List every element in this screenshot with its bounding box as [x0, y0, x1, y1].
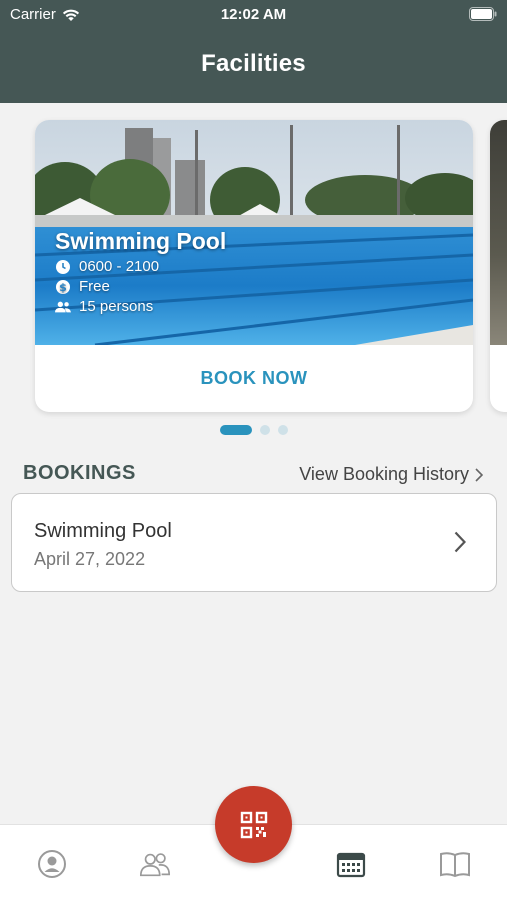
book-icon: [440, 852, 470, 878]
nav-book[interactable]: [438, 847, 472, 881]
pagination-dot[interactable]: [259, 425, 270, 435]
people-icon: [55, 299, 71, 315]
chevron-right-icon: [475, 467, 483, 482]
dollar-icon: $: [55, 279, 71, 295]
facility-card[interactable]: Swimming Pool 0600 - 2100 $ Free 15 pers…: [35, 120, 473, 412]
bookings-header: BOOKINGS View Booking History: [23, 462, 483, 486]
booking-facility-name: Swimming Pool: [34, 520, 172, 542]
nav-calendar[interactable]: [334, 847, 368, 881]
svg-text:$: $: [59, 281, 67, 294]
facility-image: Swimming Pool 0600 - 2100 $ Free 15 pers…: [35, 120, 473, 345]
app-header: Carrier 12:02 AM Facilities: [0, 0, 507, 103]
pagination-dot-active[interactable]: [219, 425, 252, 435]
status-bar: Carrier 12:02 AM: [0, 0, 507, 30]
facilities-carousel[interactable]: Swimming Pool 0600 - 2100 $ Free 15 pers…: [0, 103, 507, 443]
facility-title: Swimming Pool: [55, 228, 227, 254]
battery-icon: [469, 7, 497, 25]
profile-icon: [38, 850, 66, 878]
next-facility-image: [490, 120, 507, 345]
page-title: Facilities: [201, 50, 306, 77]
carousel-pagination: [0, 425, 507, 435]
calendar-icon: [336, 852, 366, 878]
facility-capacity-text: 15 persons: [79, 298, 154, 315]
clock-icon: [55, 259, 71, 275]
pagination-dot[interactable]: [277, 425, 288, 435]
book-now-button[interactable]: BOOK NOW: [35, 345, 473, 412]
facility-info: Swimming Pool 0600 - 2100 $ Free 15 pers…: [55, 228, 226, 315]
facility-hours-text: 0600 - 2100: [79, 258, 160, 275]
nav-profile[interactable]: [35, 847, 69, 881]
view-booking-history-label: View Booking History: [299, 464, 469, 484]
qr-code-icon: [240, 811, 267, 838]
booking-date: April 27, 2022: [34, 549, 146, 569]
facility-hours: 0600 - 2100: [55, 258, 226, 275]
status-time: 12:02 AM: [220, 6, 287, 23]
facility-capacity: 15 persons: [55, 298, 226, 315]
qr-scan-button[interactable]: [215, 786, 292, 863]
nav-people[interactable]: [138, 847, 172, 881]
bookings-title: BOOKINGS: [23, 462, 136, 484]
facility-price: $ Free: [55, 278, 226, 295]
booking-item[interactable]: Swimming Pool April 27, 2022: [11, 493, 497, 592]
chevron-right-icon: [454, 531, 467, 558]
facility-price-text: Free: [79, 278, 110, 295]
next-facility-card[interactable]: [490, 120, 507, 412]
people-icon: [139, 853, 171, 877]
view-booking-history-link[interactable]: View Booking History: [299, 464, 483, 485]
